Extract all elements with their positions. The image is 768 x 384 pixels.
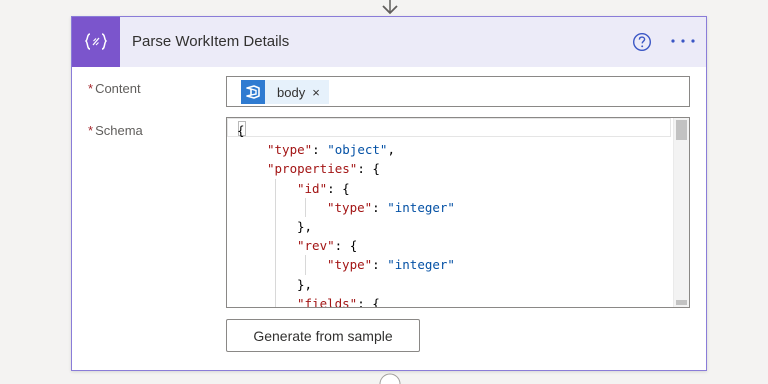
- code-line: },: [237, 274, 669, 294]
- json-punctuation: : {: [327, 180, 350, 196]
- code-line: "type": "object",: [237, 140, 669, 159]
- indent-guide: [275, 197, 276, 217]
- json-key: "fields": [297, 295, 358, 308]
- code-line: },: [237, 216, 669, 237]
- json-string: "integer": [387, 257, 455, 273]
- token-label: body: [277, 84, 306, 100]
- json-key: "properties": [267, 161, 358, 177]
- schema-editor[interactable]: {"type": "object", "properties": {"id": {…: [226, 117, 690, 308]
- dynamic-content-token[interactable]: body ×: [241, 80, 329, 104]
- more-horizontal-icon[interactable]: [670, 30, 696, 52]
- editor-scrollbar[interactable]: [673, 118, 689, 307]
- json-punctuation: : {: [357, 295, 380, 308]
- json-punctuation: :: [372, 257, 388, 273]
- json-punctuation: {: [237, 123, 245, 138]
- help-circle-icon[interactable]: [632, 32, 652, 52]
- generate-from-sample-button[interactable]: Generate from sample: [226, 319, 420, 352]
- flow-arrow-down-icon: [382, 0, 398, 15]
- scrollbar-bottom-marker: [676, 300, 687, 305]
- json-punctuation: :: [372, 199, 388, 215]
- json-punctuation: :: [312, 142, 328, 158]
- azure-devops-icon: [241, 80, 265, 104]
- json-punctuation: },: [297, 218, 313, 234]
- json-string: "object": [327, 142, 388, 158]
- json-punctuation: ,: [387, 142, 395, 158]
- code-line: "type": "integer": [237, 255, 669, 275]
- schema-label: * Schema: [88, 123, 143, 138]
- json-key: "rev": [297, 238, 335, 254]
- required-marker: *: [88, 81, 94, 96]
- curly-braces-icon: [72, 17, 120, 67]
- required-marker: *: [88, 123, 94, 138]
- indent-guide: [275, 274, 276, 294]
- indent-guide: [275, 293, 276, 307]
- action-header[interactable]: Parse WorkItem Details: [72, 17, 706, 67]
- schema-code[interactable]: {"type": "object", "properties": {"id": {…: [237, 121, 669, 308]
- json-punctuation: : {: [334, 238, 358, 254]
- scrollbar-thumb[interactable]: [676, 120, 687, 140]
- indent-guide: [305, 255, 306, 275]
- indent-guide: [275, 178, 276, 198]
- json-punctuation: },: [297, 276, 313, 292]
- json-key: "type": [267, 142, 313, 158]
- code-line: {: [237, 121, 669, 140]
- indent-guide: [275, 216, 276, 237]
- code-line: "fields": {: [237, 293, 669, 308]
- code-line: "rev": {: [237, 236, 669, 256]
- indent-guide: [275, 255, 276, 275]
- action-card: Parse WorkItem Details *Content body ×: [71, 16, 707, 371]
- action-title[interactable]: Parse WorkItem Details: [132, 33, 289, 50]
- code-line: "type": "integer": [237, 197, 669, 217]
- json-key: "type": [327, 199, 373, 215]
- add-step-connector-icon[interactable]: [378, 372, 402, 384]
- code-line: "id": {: [237, 178, 669, 198]
- code-line: "properties": {: [237, 159, 669, 178]
- json-punctuation: : {: [357, 161, 380, 177]
- indent-guide: [305, 197, 306, 217]
- indent-guide: [275, 236, 276, 256]
- content-label: * Content: [88, 81, 141, 96]
- json-string: "integer": [387, 199, 455, 215]
- json-key: "type": [327, 257, 373, 273]
- json-key: "id": [297, 180, 328, 196]
- remove-token-icon[interactable]: ×: [312, 85, 320, 100]
- content-input[interactable]: body ×: [226, 76, 690, 107]
